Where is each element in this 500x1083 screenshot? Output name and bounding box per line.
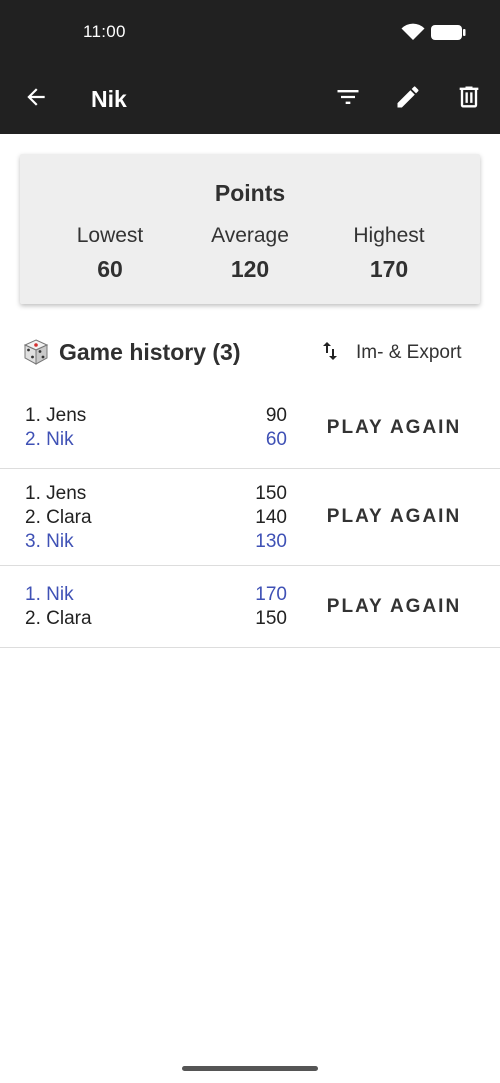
player-name: 2. Clara [25, 507, 92, 528]
average-stat: Average 120 [180, 224, 320, 283]
home-indicator[interactable] [182, 1066, 318, 1071]
dice-icon [22, 338, 50, 366]
player-score: 170 [255, 584, 287, 605]
highest-label: Highest [353, 224, 425, 247]
page-title: Nik [91, 86, 127, 112]
lowest-label: Lowest [76, 224, 144, 247]
player-name: 1. Jens [25, 483, 87, 504]
battery-icon [430, 24, 466, 41]
play-again-button[interactable]: PLAY AGAIN [312, 495, 476, 539]
player-name: 2. Nik [25, 429, 74, 450]
back-arrow-icon [23, 84, 49, 115]
player-score: 60 [265, 429, 287, 450]
player-score: 150 [255, 483, 287, 504]
player-score: 140 [255, 507, 287, 528]
player-name: 1. Nik [25, 584, 74, 605]
filter-icon [334, 83, 362, 116]
average-value: 120 [230, 256, 270, 282]
status-time: 11:00 [83, 22, 126, 41]
play-again-button[interactable]: PLAY AGAIN [312, 406, 476, 450]
game-row: 1. Jens 150 2. Clara 140 3. Nik 130 PLAY… [0, 469, 500, 566]
points-card: Points Lowest 60 Average 120 Highest 170 [20, 154, 480, 304]
history-title: Game history (3) [59, 339, 241, 365]
player-name: 1. Jens [25, 405, 87, 426]
player-name: 2. Clara [25, 608, 92, 629]
trash-icon [455, 83, 483, 116]
back-button[interactable] [20, 83, 52, 115]
app-bar: Nik [0, 64, 500, 134]
wifi-icon [401, 23, 425, 41]
import-export-button[interactable]: Im- & Export [318, 337, 462, 369]
lowest-value: 60 [97, 256, 123, 282]
highest-stat: Highest 170 [319, 224, 459, 283]
edit-button[interactable] [392, 83, 424, 115]
points-title: Points [214, 180, 286, 206]
swap-vertical-icon [318, 339, 342, 368]
player-score: 150 [255, 608, 287, 629]
game-row: 1. Nik 170 2. Clara 150 PLAY AGAIN [0, 566, 500, 648]
import-export-label: Im- & Export [356, 342, 462, 363]
pencil-icon [394, 83, 422, 116]
player-score: 90 [265, 405, 287, 426]
filter-button[interactable] [332, 83, 364, 115]
lowest-stat: Lowest 60 [40, 224, 180, 283]
delete-button[interactable] [453, 83, 485, 115]
highest-value: 170 [369, 256, 409, 282]
game-row: 1. Jens 90 2. Nik 60 PLAY AGAIN [0, 392, 500, 469]
average-label: Average [211, 224, 289, 247]
player-name: 3. Nik [25, 531, 74, 552]
player-score: 130 [255, 531, 287, 552]
play-again-button[interactable]: PLAY AGAIN [312, 585, 476, 629]
status-bar: 11:00 [0, 0, 500, 64]
history-header: Game history (3) Im- & Export [0, 335, 500, 371]
